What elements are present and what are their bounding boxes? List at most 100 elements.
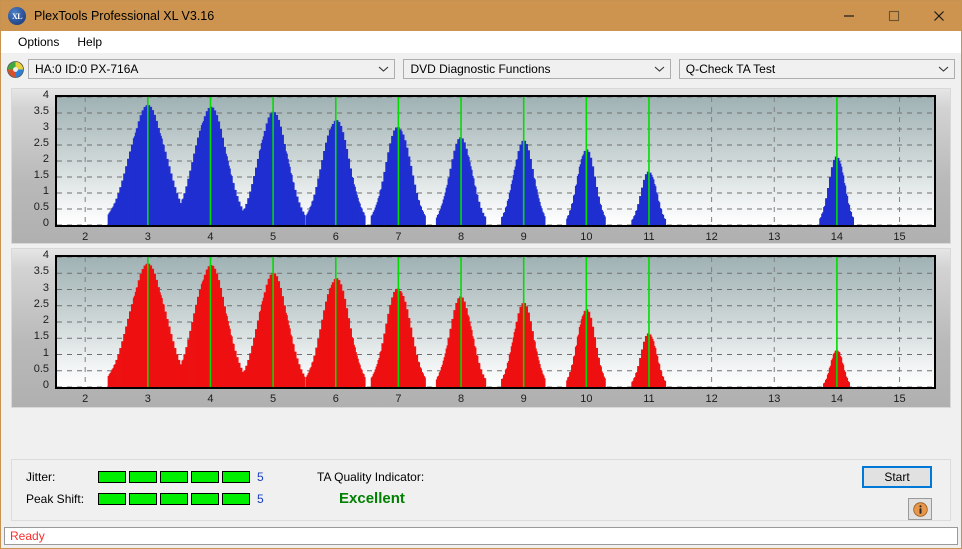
minimize-icon bbox=[843, 15, 854, 17]
charts-area: 0 0.5 1 1.5 2 2.5 3 3.5 4 2 3 4 5 6 7 8 9 10 11 12 13 14 15 0 0… bbox=[1, 88, 961, 408]
x-axis-tick: 5 bbox=[270, 393, 277, 405]
menu-bar: Options Help bbox=[1, 31, 961, 54]
x-axis-tick: 10 bbox=[580, 393, 593, 405]
minimize-button[interactable] bbox=[826, 1, 871, 31]
bar bbox=[423, 377, 426, 387]
peak-shift-label: Peak Shift: bbox=[26, 492, 85, 506]
y-axis-tick: 2 bbox=[42, 314, 49, 326]
peak-shift-row: Peak Shift: 5 bbox=[26, 492, 264, 506]
x-axis-tick: 14 bbox=[830, 231, 844, 243]
x-axis-tick: 11 bbox=[643, 393, 655, 405]
x-axis-tick: 7 bbox=[395, 393, 402, 405]
plot-svg bbox=[57, 257, 934, 387]
x-axis-tick: 11 bbox=[643, 231, 655, 243]
chevron-down-icon bbox=[654, 66, 665, 72]
ta-jitter-chart: 0 0.5 1 1.5 2 2.5 3 3.5 4 2 3 4 5 6 7 8 9 10 11 12 13 14 15 bbox=[11, 88, 951, 244]
function-select[interactable]: DVD Diagnostic Functions bbox=[403, 59, 671, 79]
peak-shift-bar-segment bbox=[129, 493, 157, 505]
toolbar: HA:0 ID:0 PX-716A DVD Diagnostic Functio… bbox=[1, 54, 961, 84]
x-axis-tick: 13 bbox=[768, 231, 781, 243]
menu-item-options[interactable]: Options bbox=[9, 33, 68, 51]
y-axis-tick: 4 bbox=[42, 249, 49, 261]
drive-select[interactable]: HA:0 ID:0 PX-716A bbox=[28, 59, 396, 79]
y-axis-tick: 3.5 bbox=[33, 105, 49, 117]
y-axis-tick: 2.5 bbox=[33, 137, 49, 149]
x-axis-tick: 9 bbox=[520, 393, 527, 405]
x-axis-tick: 15 bbox=[893, 393, 906, 405]
bar bbox=[663, 218, 667, 225]
y-axis-tick: 3.5 bbox=[33, 265, 49, 278]
bar bbox=[302, 376, 306, 387]
peak-shift-bar-segment bbox=[98, 493, 126, 505]
jitter-bar-segment bbox=[98, 471, 126, 483]
jitter-value: 5 bbox=[257, 470, 264, 484]
x-axis-tick: 6 bbox=[332, 393, 339, 405]
x-axis-tick: 5 bbox=[270, 231, 277, 243]
info-button[interactable] bbox=[908, 498, 932, 520]
chevron-down-icon bbox=[938, 66, 949, 72]
bar bbox=[362, 215, 366, 225]
peak-shift-value: 5 bbox=[257, 492, 264, 506]
bar bbox=[847, 382, 850, 387]
bar bbox=[542, 378, 546, 387]
y-axis-tick: 1.5 bbox=[33, 330, 49, 343]
close-button[interactable] bbox=[916, 1, 961, 31]
y-axis-tick: 1.5 bbox=[33, 169, 49, 181]
jitter-row: Jitter: 5 bbox=[26, 470, 264, 484]
peak-shift-bar-segment bbox=[191, 493, 219, 505]
x-axis-tick: 13 bbox=[768, 393, 781, 405]
x-axis-tick: 12 bbox=[705, 231, 718, 243]
x-axis-tick: 4 bbox=[207, 393, 214, 405]
maximize-button[interactable] bbox=[871, 1, 916, 31]
maximize-icon bbox=[888, 10, 899, 22]
x-axis-tick: 9 bbox=[520, 231, 527, 243]
y-axis-tick: 0 bbox=[42, 217, 49, 229]
title-bar: XL PlexTools Professional XL V3.16 bbox=[1, 1, 961, 31]
x-axis-tick: 12 bbox=[705, 393, 718, 405]
x-axis-tick: 14 bbox=[830, 393, 844, 405]
x-axis-tick: 3 bbox=[144, 231, 151, 243]
start-button[interactable]: Start bbox=[862, 466, 932, 488]
ta-quality-value: Excellent bbox=[339, 490, 405, 507]
x-axis-tick: 8 bbox=[457, 231, 465, 243]
bar bbox=[423, 215, 426, 225]
bar bbox=[603, 378, 606, 387]
y-axis-tick: 0.5 bbox=[33, 362, 49, 375]
status-bar: Ready bbox=[4, 527, 958, 545]
x-axis-tick: 3 bbox=[144, 393, 151, 405]
close-icon bbox=[933, 11, 944, 21]
bar bbox=[542, 216, 546, 225]
jitter-label: Jitter: bbox=[26, 470, 56, 484]
menu-item-help[interactable]: Help bbox=[68, 33, 111, 51]
drive-select-value: HA:0 ID:0 PX-716A bbox=[35, 62, 139, 76]
y-axis-tick: 1 bbox=[42, 346, 49, 359]
ta-quality-label: TA Quality Indicator: bbox=[317, 470, 425, 484]
bar bbox=[663, 380, 667, 387]
function-select-value: DVD Diagnostic Functions bbox=[410, 62, 551, 76]
disc-icon bbox=[7, 60, 24, 78]
jitter-bar-segment bbox=[129, 471, 157, 483]
y-axis-labels: 0 0.5 1 1.5 2 2.5 3 3.5 4 bbox=[12, 249, 52, 391]
x-axis-tick: 4 bbox=[207, 231, 214, 243]
chevron-down-icon bbox=[379, 66, 389, 72]
plot-svg bbox=[57, 97, 934, 225]
bar bbox=[851, 217, 855, 225]
ta-peak-shift-chart: 0 0.5 1 1.5 2 2.5 3 3.5 4 2 3 4 5 6 7 8 9 10 11 12 13 14 15 bbox=[11, 248, 951, 408]
y-axis-tick: 2 bbox=[42, 153, 49, 165]
x-axis-tick: 8 bbox=[457, 393, 465, 405]
y-axis-tick: 2.5 bbox=[33, 297, 49, 310]
x-axis-tick: 7 bbox=[395, 231, 402, 243]
y-axis-tick: 0.5 bbox=[33, 201, 49, 213]
jitter-bar-segment bbox=[222, 471, 250, 483]
x-axis-tick: 2 bbox=[82, 231, 89, 243]
bar bbox=[362, 377, 366, 387]
jitter-bar-segment bbox=[191, 471, 219, 483]
y-axis-tick: 4 bbox=[42, 89, 49, 101]
jitter-bars bbox=[98, 471, 250, 483]
peak-shift-bar-segment bbox=[222, 493, 250, 505]
y-axis-tick: 3 bbox=[42, 121, 49, 133]
test-select[interactable]: Q-Check TA Test bbox=[678, 59, 955, 79]
bar bbox=[603, 216, 606, 225]
results-panel: Jitter: 5 Peak Shift: 5 TA Quality Indic… bbox=[11, 459, 951, 521]
y-axis-tick: 0 bbox=[42, 379, 49, 391]
